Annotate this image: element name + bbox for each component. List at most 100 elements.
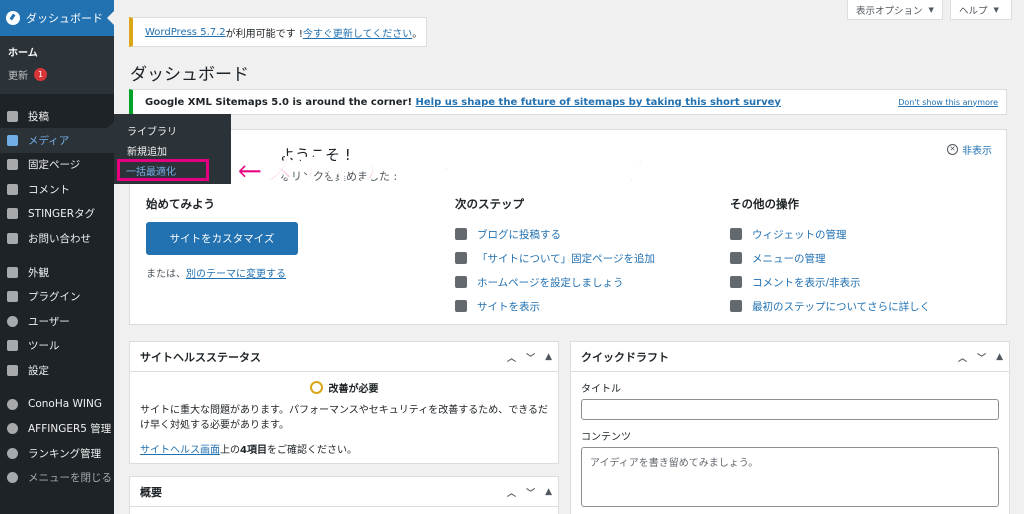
updates-count-badge: 1 [34,68,47,81]
next-step-item[interactable]: サイトを表示 [455,294,655,318]
sidebar-item-label: ConoHa WING [28,398,102,411]
chevron-up-icon[interactable]: ︿ [507,351,516,364]
sidebar-item-conoha-wing[interactable]: ConoHa WING [0,392,114,416]
wrench-icon [7,340,18,352]
chevron-down-icon[interactable]: ﹀ [526,486,535,499]
update-now-link[interactable]: 今すぐ更新してください [303,25,412,40]
caret-up-icon[interactable]: ▲ [545,487,552,497]
wordpress-version-link[interactable]: WordPress 5.7.2 [145,27,226,38]
gear-icon [7,447,18,459]
overview-widget: 概要 ︿ ﹀ ▲ [129,476,559,514]
sidebar-item-pages[interactable]: 固定ページ [0,153,114,177]
caret-down-icon: ▼ [928,5,934,14]
sidebar-item-ranking[interactable]: ランキング管理 [0,441,114,465]
flyout-item-bulk-optimize[interactable]: 一括最適化 [117,159,209,181]
sidebar-item-label: お問い合わせ [28,232,91,245]
sidebar-item-settings[interactable]: 設定 [0,358,114,382]
xml-sitemaps-notice: Google XML Sitemaps 5.0 is around the co… [129,89,1007,115]
customize-site-button[interactable]: サイトをカスタマイズ [146,222,298,255]
flyout-item-add-new[interactable]: 新規追加 [114,140,231,160]
collapse-icon [7,472,18,484]
help-button[interactable]: ヘルプ ▼ [950,0,1012,20]
sidebar-item-users[interactable]: ユーザー [0,309,114,333]
draft-title-input[interactable] [581,399,999,420]
caret-down-icon: ▼ [993,5,999,14]
settings-icon [7,364,18,376]
sidebar-item-label: プラグイン [28,291,81,304]
plugin-icon [7,291,18,303]
sidebar-item-label: STINGERタグ [28,208,96,221]
sidebar-item-label: 外観 [28,267,49,280]
flyout-item-library[interactable]: ライブラリ [114,120,231,140]
next-step-label: サイトを表示 [477,300,540,313]
chevron-down-icon[interactable]: ﹀ [526,351,535,364]
overview-title: 概要 [140,485,162,499]
quick-draft-widget: クイックドラフト ︿ ﹀ ▲ タイトル コンテンツ アイディアを書き留めてみまし… [570,341,1010,514]
site-health-link[interactable]: サイトヘルス画面 [140,445,220,456]
next-step-item[interactable]: ブログに投稿する [455,222,655,246]
draft-content-textarea[interactable]: アイディアを書き留めてみましょう。 [581,447,999,507]
more-action-label: ウィジェットの管理 [752,228,847,241]
site-health-title: サイトヘルスステータス [140,350,261,364]
next-step-item[interactable]: 「サイトについて」固定ページを追加 [455,246,655,270]
more-action-item[interactable]: ウィジェットの管理 [730,222,930,246]
health-description: サイトに重大な問題があります。パフォーマンスやセキュリティを改善するため、できる… [140,405,548,431]
sidebar-item-affinger5[interactable]: AFFINGER5 管理 [0,417,114,441]
admin-sidebar: ダッシュボード ホーム 更新 1 投稿 メディア 固定ページ コメント STIN… [0,0,114,514]
more-action-item[interactable]: コメントを表示/非表示 [730,270,930,294]
comment-toggle-icon [730,276,742,288]
chevron-down-icon[interactable]: ﹀ [977,351,986,364]
more-actions-title: その他の操作 [730,197,799,211]
widget-controls: ︿ ﹀ ▲ [507,342,552,372]
xml-dismiss-link[interactable]: Don't show this anymore [898,98,998,107]
submenu-updates[interactable]: 更新 1 [0,63,114,86]
quick-draft-title: クイックドラフト [581,350,669,364]
menu-icon [730,252,742,264]
page-icon [7,159,18,171]
sidebar-item-contact[interactable]: お問い合わせ [0,226,114,250]
sidebar-item-label: 設定 [28,364,49,377]
more-action-label: 最初のステップについてさらに詳しく [752,300,931,313]
widget-controls: ︿ ﹀ ▲ [958,342,1003,372]
caret-up-icon[interactable]: ▲ [545,352,552,362]
health-status-label: 改善が必要 [328,384,379,395]
more-action-label: メニューの管理 [752,252,826,265]
view-icon [455,300,467,312]
change-theme-link[interactable]: 別のテーマに変更する [186,269,286,280]
dashboard-submenu: ホーム 更新 1 [0,36,114,94]
sidebar-item-tools[interactable]: ツール [0,334,114,358]
pin-icon [7,208,18,220]
health-status: 改善が必要 [130,380,558,395]
status-ring-icon [309,381,323,394]
pin-icon [7,110,18,122]
chevron-up-icon[interactable]: ︿ [507,486,516,499]
sidebar-item-comments[interactable]: コメント [0,177,114,201]
collapse-menu-button[interactable]: メニューを閉じる [0,465,114,489]
xml-survey-link[interactable]: Help us shape the future of sitemaps by … [416,97,781,108]
sidebar-item-posts[interactable]: 投稿 [0,104,114,128]
sidebar-item-appearance[interactable]: 外観 [0,260,114,284]
xml-notice-text: Google XML Sitemaps 5.0 is around the co… [145,96,413,108]
draft-title-label: タイトル [581,384,621,395]
health-link-end: をご確認ください。 [266,445,357,456]
sidebar-item-media[interactable]: メディア [0,128,114,153]
sidebar-item-plugins[interactable]: プラグイン [0,285,114,309]
sidebar-item-label: コメント [28,183,70,196]
caret-up-icon[interactable]: ▲ [996,352,1003,362]
screen-options-button[interactable]: 表示オプション ▼ [847,0,943,20]
user-icon [7,315,18,327]
sidebar-item-stinger-tags[interactable]: STINGERタグ [0,202,114,226]
change-theme-text: または、別のテーマに変更する [146,265,298,280]
submenu-home[interactable]: ホーム [0,40,114,63]
chevron-up-icon[interactable]: ︿ [958,351,967,364]
widgets-icon [730,228,742,240]
or-text: または、 [146,269,186,280]
more-action-item[interactable]: 最初のステップについてさらに詳しく [730,294,930,318]
next-step-item[interactable]: ホームページを設定しましょう [455,270,655,294]
sidebar-item-label: ツール [28,340,60,353]
more-action-item[interactable]: メニューの管理 [730,246,930,270]
welcome-dismiss-button[interactable]: ✕ 非表示 [947,142,992,157]
update-notice-end: 。 [412,28,423,40]
get-started-column: 始めてみよう サイトをカスタマイズ または、別のテーマに変更する [146,196,298,280]
sidebar-item-dashboard[interactable]: ダッシュボード [0,0,114,36]
